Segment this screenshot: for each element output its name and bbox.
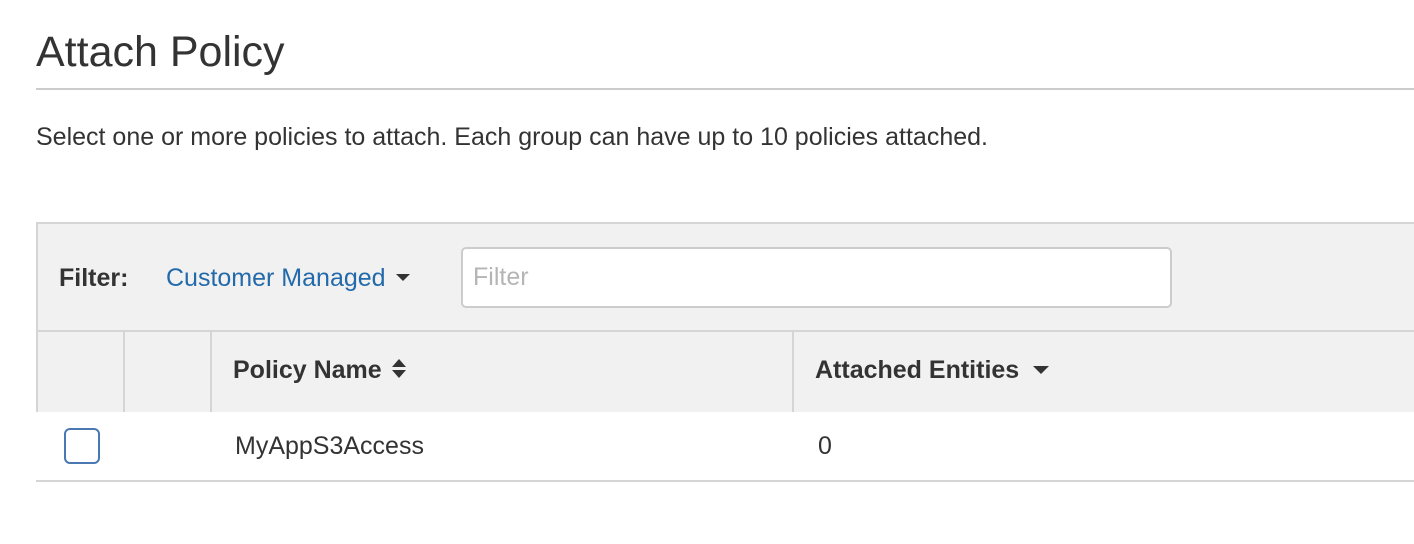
policy-name-cell: MyAppS3Access: [235, 432, 424, 460]
policy-table-panel: Filter: Customer Managed Policy Name Att…: [36, 222, 1414, 414]
row-select-checkbox[interactable]: [64, 428, 100, 464]
sort-icon: [391, 359, 406, 379]
filter-label: Filter:: [59, 264, 129, 292]
filter-bar: Filter: Customer Managed: [38, 224, 1414, 332]
attach-policy-page: Attach Policy Select one or more policie…: [0, 0, 1414, 544]
policy-type-dropdown[interactable]: Customer Managed: [166, 262, 410, 294]
table-header-row: Policy Name Attached Entities: [38, 332, 1414, 414]
title-divider: [36, 88, 1414, 90]
policy-type-dropdown-label: Customer Managed: [166, 264, 386, 292]
caret-down-icon: [395, 274, 410, 282]
column-header-policy-name[interactable]: Policy Name: [233, 354, 406, 386]
page-description: Select one or more policies to attach. E…: [36, 123, 988, 151]
table-row[interactable]: MyAppS3Access 0: [36, 412, 1414, 482]
page-title: Attach Policy: [36, 28, 285, 76]
column-divider: [123, 332, 125, 412]
column-header-policy-name-label: Policy Name: [233, 356, 382, 384]
column-header-attached-entities-label: Attached Entities: [815, 356, 1020, 384]
column-divider: [210, 332, 212, 412]
attached-entities-cell: 0: [818, 432, 832, 460]
column-divider: [792, 332, 794, 412]
column-header-attached-entities[interactable]: Attached Entities: [815, 354, 1050, 386]
filter-input[interactable]: [461, 247, 1172, 308]
sort-down-icon: [1033, 365, 1050, 374]
